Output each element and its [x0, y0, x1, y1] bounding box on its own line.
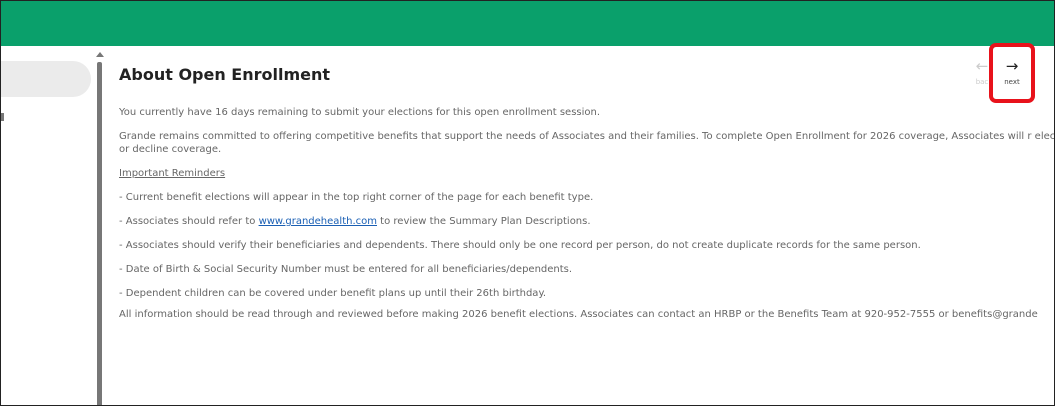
reminder-3: - Associates should verify their benefic… — [119, 240, 921, 251]
sidebar-indicator — [1, 113, 4, 121]
next-button[interactable]: → next — [989, 43, 1035, 103]
top-header-bar — [1, 1, 1054, 46]
reminder-5: - Dependent children can be covered unde… — [119, 288, 547, 299]
next-label: next — [1004, 78, 1020, 86]
reminder-4: - Date of Birth & Social Security Number… — [119, 264, 573, 275]
app-window: About Open Enrollment You currently have… — [0, 0, 1055, 406]
reminder-2-suffix: to review the Summary Plan Descriptions. — [377, 216, 591, 227]
page-title: About Open Enrollment — [119, 65, 331, 84]
reminder-1: - Current benefit elections will appear … — [119, 192, 594, 203]
edge-nav-button[interactable] — [1047, 57, 1054, 99]
closing-text: All information should be read through a… — [119, 309, 1038, 320]
reminder-2: - Associates should refer to www.grandeh… — [119, 215, 1054, 228]
content-scrollbar[interactable] — [95, 51, 105, 405]
scrollbar-thumb[interactable] — [97, 62, 102, 405]
grandehealth-link[interactable]: www.grandehealth.com — [259, 216, 377, 227]
intro-text: You currently have 16 days remaining to … — [119, 107, 601, 118]
reminder-2-prefix: - Associates should refer to — [119, 216, 259, 227]
reminders-heading: Important Reminders — [119, 168, 226, 179]
commitment-text: Grande remains committed to offering com… — [119, 131, 1055, 155]
main-content: About Open Enrollment You currently have… — [119, 64, 1055, 332]
arrow-right-icon: → — [1005, 57, 1019, 75]
scroll-up-icon[interactable] — [96, 52, 104, 57]
sidebar-item-active[interactable] — [1, 61, 91, 97]
